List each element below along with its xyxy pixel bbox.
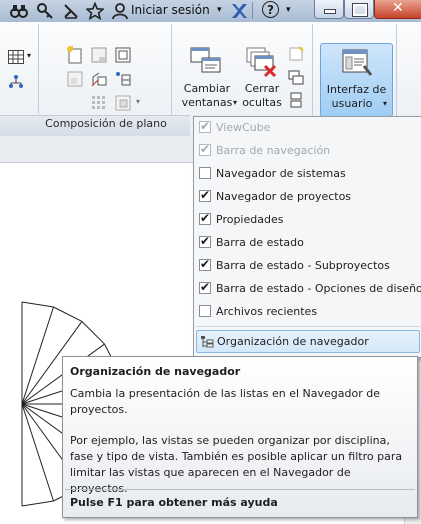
close-hidden-label-1[interactable]: Cerrar [240, 82, 284, 96]
tile-icon[interactable] [288, 92, 304, 108]
close-hidden-icon[interactable] [245, 46, 277, 78]
menu-item-recent-files[interactable]: Archivos recientes [194, 301, 421, 324]
menu-item-status-bar-worksets[interactable]: ✔ Barra de estado - Subproyectos [194, 255, 421, 278]
close-hidden-label-2[interactable]: ocultas [240, 96, 284, 110]
checkbox-status-bar[interactable]: ✔ [199, 234, 211, 248]
menu-item-viewcube[interactable]: ✔ ViewCube [194, 117, 421, 140]
drawing-edge [21, 301, 54, 308]
chevron-down-icon[interactable]: ▾ [217, 5, 222, 15]
drawing-edge [81, 321, 105, 345]
menu-item-status-bar-design-options[interactable]: ✔ Barra de estado - Opciones de diseño [194, 278, 421, 301]
viewports-dropdown-icon[interactable]: ▾ [136, 95, 140, 109]
checkmark-icon: ✔ [200, 280, 211, 294]
title-block-icon[interactable] [90, 46, 108, 64]
hierarchy-icon[interactable] [8, 74, 24, 90]
panel-separator [38, 24, 39, 114]
menu-item-label: Archivos recientes [216, 305, 318, 318]
checkbox-recent-files[interactable] [199, 305, 211, 317]
checkbox-viewcube[interactable]: ✔ [199, 119, 211, 133]
exchange-x-icon[interactable] [230, 2, 248, 20]
checkmark-icon: ✔ [200, 257, 211, 271]
drawing-line [21, 403, 54, 502]
sign-in-label[interactable]: Iniciar sesión [131, 3, 210, 17]
browser-organization-icon [201, 336, 214, 348]
switch-windows-dropdown-icon[interactable]: ▾ [233, 96, 237, 110]
menu-item-label: Organización de navegador [217, 335, 369, 348]
menu-item-label: Barra de navegación [216, 144, 331, 157]
user-interface-label-2: usuario [331, 97, 373, 110]
checkbox-properties[interactable]: ✔ [199, 211, 211, 225]
grid-table-icon[interactable] [8, 50, 24, 64]
tooltip-help: Pulse F1 para obtener más ayuda [70, 496, 278, 509]
tooltip-title: Organización de navegador [70, 365, 241, 378]
restore-button[interactable] [344, 0, 374, 19]
satellite-icon[interactable] [62, 2, 80, 20]
checkbox-status-bar-design-options[interactable]: ✔ [199, 280, 211, 294]
checkbox-navigation-bar[interactable]: ✔ [199, 142, 211, 156]
checkmark-icon: ✔ [200, 234, 211, 248]
checkmark-icon: ✔ [200, 142, 211, 156]
menu-item-browser-organization[interactable]: Organización de navegador [196, 330, 420, 353]
checkbox-project-browser[interactable]: ✔ [199, 188, 211, 202]
key-icon[interactable] [36, 2, 54, 20]
checkmark-icon: ✔ [200, 119, 211, 133]
drawing-edge [53, 306, 83, 322]
place-view-icon[interactable] [66, 70, 84, 88]
titlebar-separator [252, 2, 253, 19]
menu-item-navigation-bar[interactable]: ✔ Barra de navegación [194, 140, 421, 163]
user-interface-label-1: Interfaz de [326, 83, 387, 96]
panel-separator-2 [171, 24, 172, 116]
menu-item-label: Barra de estado [216, 236, 304, 249]
menu-item-label: ViewCube [216, 121, 271, 134]
tooltip-example: Por ejemplo, las vistas se pueden organi… [70, 434, 403, 495]
user-interface-button[interactable]: Interfaz de usuario ▾ [320, 43, 393, 117]
panel-separator-4 [396, 24, 397, 116]
new-sheet-icon[interactable] [66, 46, 84, 64]
close-button[interactable]: ✕ [374, 0, 421, 19]
viewport-grid-icon[interactable] [90, 94, 108, 112]
switch-windows-icon[interactable] [190, 46, 222, 76]
menu-item-status-bar[interactable]: ✔ Barra de estado [194, 232, 421, 255]
binoculars-icon[interactable] [10, 2, 28, 20]
minimize-button[interactable] [314, 0, 344, 19]
checkmark-icon: ✔ [200, 211, 211, 225]
tooltip-description: Cambia la presentación de las listas en … [70, 387, 380, 416]
panel-title[interactable]: Composición de plano [40, 117, 172, 130]
tooltip-separator [65, 489, 415, 490]
cascade-icon[interactable] [288, 70, 304, 86]
title-bar: Iniciar sesión ▾ ? ▾ ✕ [0, 0, 421, 23]
panel-separator-3 [312, 24, 313, 116]
menu-item-label: Navegador de proyectos [216, 190, 352, 203]
menu-item-label: Propiedades [216, 213, 284, 226]
revision-icon[interactable] [90, 70, 108, 88]
menu-separator [196, 326, 420, 327]
menu-item-label: Barra de estado - Opciones de diseño [216, 282, 421, 295]
star-icon[interactable] [86, 2, 104, 20]
checkmark-icon: ✔ [200, 188, 211, 202]
menu-item-label: Barra de estado - Subproyectos [216, 259, 390, 272]
menu-item-system-browser[interactable]: Navegador de sistemas [194, 163, 421, 186]
drawing-edge [21, 500, 54, 507]
viewports-icon[interactable] [114, 94, 132, 112]
checkbox-status-bar-worksets[interactable]: ✔ [199, 257, 211, 271]
menu-item-project-browser[interactable]: ✔ Navegador de proyectos [194, 186, 421, 209]
help-icon[interactable]: ? [262, 1, 279, 18]
user-interface-dropdown-icon: ▾ [383, 99, 388, 108]
menu-item-properties[interactable]: ✔ Propiedades [194, 209, 421, 232]
switch-windows-label-2[interactable]: ventanas [180, 96, 234, 110]
user-interface-icon [342, 49, 372, 76]
user-interface-menu: ✔ ViewCube ✔ Barra de navegación Navegador… [193, 116, 421, 358]
matchline-icon[interactable] [114, 46, 132, 64]
help-chevron-icon[interactable]: ▾ [286, 5, 291, 15]
replicate-icon[interactable] [288, 46, 304, 62]
guide-grid-icon[interactable] [114, 70, 132, 88]
table-dropdown-icon[interactable]: ▾ [27, 49, 31, 63]
user-icon[interactable] [111, 2, 129, 20]
switch-windows-label-1[interactable]: Cambiar [180, 82, 234, 96]
menu-item-label: Navegador de sistemas [216, 167, 346, 180]
checkbox-system-browser[interactable] [199, 167, 211, 179]
window-controls: ✕ [314, 0, 421, 22]
drawing-line [21, 306, 54, 405]
tooltip: Organización de navegador Cambia la pres… [62, 356, 418, 518]
